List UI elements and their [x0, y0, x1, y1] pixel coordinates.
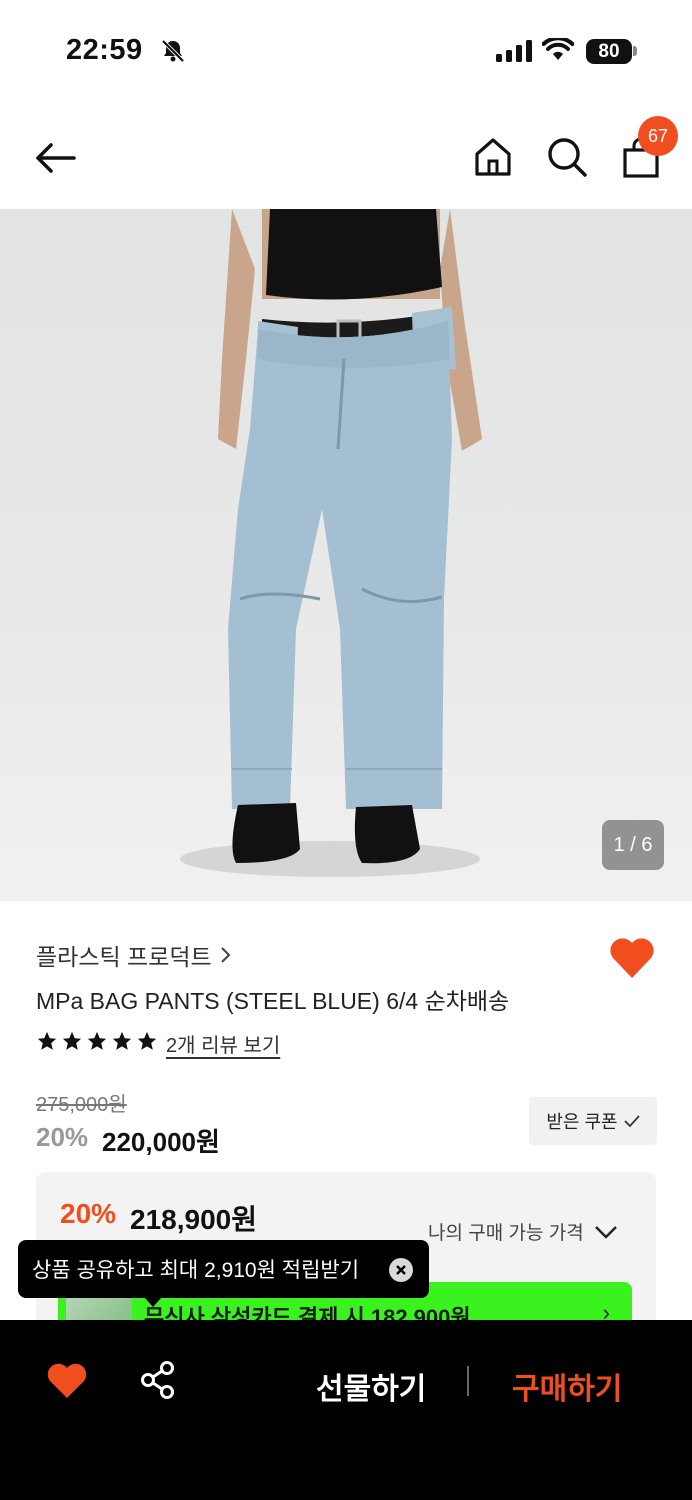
star-icon	[112, 1031, 132, 1050]
product-image[interactable]	[0, 209, 692, 901]
chevron-right-icon	[220, 947, 231, 963]
my-price-label: 나의 구매 가능 가격	[428, 1223, 584, 1244]
star-icon	[62, 1031, 82, 1050]
chevron-down-icon	[594, 1225, 617, 1239]
check-icon	[623, 1115, 640, 1128]
status-bar: 22:59 80	[0, 0, 692, 100]
review-link[interactable]: 2개 리뷰 보기	[166, 1029, 280, 1058]
share-icon[interactable]	[138, 1360, 178, 1400]
battery-indicator: 80	[586, 39, 632, 64]
close-icon[interactable]	[389, 1258, 413, 1282]
bottom-action-bar: 선물하기 구매하기	[0, 1320, 692, 1500]
home-icon[interactable]	[470, 134, 516, 180]
product-title: MPa BAG PANTS (STEEL BLUE) 6/4 순차배송	[36, 988, 510, 1014]
buy-button[interactable]: 구매하기	[512, 1364, 622, 1408]
back-arrow-icon[interactable]	[34, 136, 78, 180]
gift-button[interactable]: 선물하기	[316, 1364, 426, 1408]
wifi-icon	[542, 38, 574, 60]
product-photo	[180, 209, 482, 877]
bell-off-icon	[161, 39, 185, 63]
brand-link[interactable]: 플라스틱 프로덕트	[36, 938, 232, 972]
image-counter: 1 / 6	[602, 820, 664, 870]
sale-price: 220,000원	[102, 1127, 220, 1157]
star-icon	[37, 1031, 57, 1050]
cart-count-badge: 67	[638, 116, 678, 156]
my-price-value: 218,900원	[130, 1204, 257, 1235]
sale-rate: 20%	[36, 1122, 89, 1152]
battery-tip	[633, 46, 637, 56]
heart-like-icon[interactable]	[46, 1360, 88, 1400]
divider	[467, 1366, 469, 1396]
tooltip-text: 상품 공유하고 최대 2,910원 적립받기	[32, 1259, 360, 1282]
original-price: 275,000원	[36, 1094, 127, 1116]
star-icon	[87, 1031, 107, 1050]
status-time: 22:59	[66, 34, 143, 66]
star-icon	[137, 1031, 157, 1050]
share-reward-tooltip: 상품 공유하고 최대 2,910원 적립받기	[18, 1240, 429, 1298]
coupon-label: 받은 쿠폰	[546, 1112, 618, 1132]
top-nav	[0, 110, 692, 206]
tooltip-tail	[144, 1297, 162, 1307]
my-price-toggle[interactable]: 나의 구매 가능 가격	[428, 1218, 618, 1245]
my-price-rate: 20%	[60, 1198, 117, 1229]
heart-like-icon[interactable]	[608, 934, 656, 980]
brand-name: 플라스틱 프로덕트	[36, 944, 212, 970]
rating-stars	[36, 1030, 158, 1052]
received-coupon-button[interactable]: 받은 쿠폰	[529, 1097, 657, 1145]
search-icon[interactable]	[544, 134, 590, 180]
signal-icon	[496, 40, 532, 62]
